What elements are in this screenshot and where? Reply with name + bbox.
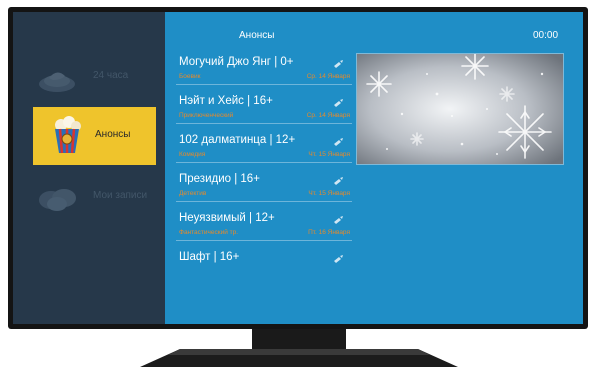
sidebar-item-label: 24 часа bbox=[93, 70, 129, 81]
list-item[interactable]: Нэйт и Хейс | 16+ Приключенческий Ср. 14… bbox=[176, 93, 352, 124]
bell-icon[interactable] bbox=[332, 174, 344, 185]
page-title: Анонсы bbox=[239, 30, 275, 41]
bell-icon[interactable] bbox=[332, 96, 344, 107]
list-item[interactable]: Президио | 16+ Детектив Чт. 15 Января bbox=[176, 171, 352, 202]
list-item[interactable]: Могучий Джо Янг | 0+ Боевик Ср. 14 Январ… bbox=[176, 54, 352, 85]
item-date: Чт. 15 Января bbox=[308, 151, 350, 158]
item-genre: Детектив bbox=[179, 190, 207, 197]
sidebar-item-24h[interactable]: 24 часа bbox=[13, 50, 165, 106]
item-title: 102 далматинца | 12+ bbox=[179, 134, 296, 146]
film-reels-icon bbox=[35, 176, 79, 220]
item-title: Могучий Джо Янг | 0+ bbox=[179, 56, 294, 68]
item-genre: Комедия bbox=[179, 151, 206, 158]
sidebar: 24 часа Анонсы Мои записи bbox=[13, 12, 165, 324]
sidebar-item-label: Мои записи bbox=[93, 190, 148, 201]
item-date: Пт. 16 Января bbox=[308, 229, 350, 236]
bell-icon[interactable] bbox=[332, 57, 344, 68]
bell-icon[interactable] bbox=[332, 135, 344, 146]
tv-stand-base bbox=[140, 347, 458, 371]
plate-icon bbox=[35, 56, 79, 100]
tv-screen: 24 часа Анонсы Мои записи Анонсы 00:00 М… bbox=[13, 12, 583, 324]
item-date: Ср. 14 Января bbox=[306, 73, 350, 80]
item-genre: Приключенческий bbox=[179, 112, 234, 119]
popcorn-icon bbox=[45, 113, 89, 157]
item-genre: Боевик bbox=[179, 73, 201, 80]
sidebar-item-announcements[interactable]: Анонсы bbox=[33, 107, 156, 165]
bell-icon[interactable] bbox=[332, 252, 344, 263]
preview-image bbox=[356, 53, 564, 165]
item-title: Президио | 16+ bbox=[179, 173, 260, 185]
item-date: Чт. 15 Января bbox=[308, 190, 350, 197]
list-item[interactable]: Шафт | 16+ bbox=[176, 249, 352, 279]
item-date: Ср. 14 Января bbox=[306, 112, 350, 119]
item-title: Нэйт и Хейс | 16+ bbox=[179, 95, 273, 107]
item-title: Неуязвимый | 12+ bbox=[179, 212, 275, 224]
bell-icon[interactable] bbox=[332, 213, 344, 224]
list-item[interactable]: 102 далматинца | 12+ Комедия Чт. 15 Янва… bbox=[176, 132, 352, 163]
sidebar-item-my-recordings[interactable]: Мои записи bbox=[13, 170, 165, 226]
announcement-list: Могучий Джо Янг | 0+ Боевик Ср. 14 Январ… bbox=[176, 54, 352, 287]
item-title: Шафт | 16+ bbox=[179, 251, 240, 263]
clock: 00:00 bbox=[533, 30, 559, 41]
list-item[interactable]: Неуязвимый | 12+ Фантастический тр. Пт. … bbox=[176, 210, 352, 241]
sidebar-item-label: Анонсы bbox=[95, 129, 131, 140]
item-genre: Фантастический тр. bbox=[179, 229, 239, 236]
